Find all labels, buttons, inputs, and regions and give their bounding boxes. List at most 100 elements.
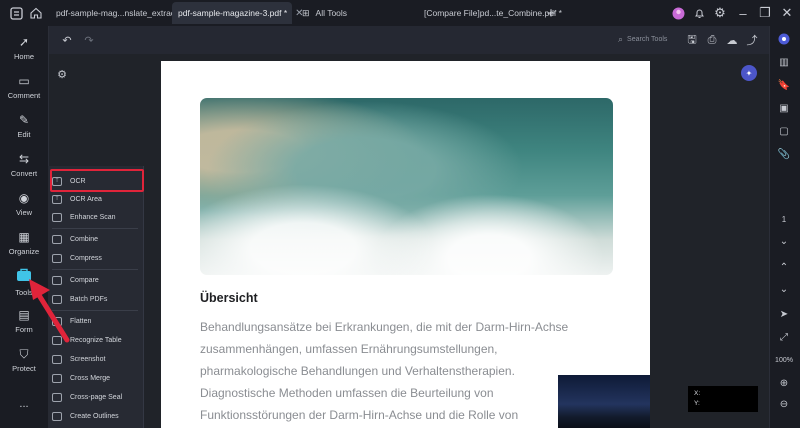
edit-icon: ✎ (18, 113, 30, 127)
undo-icon[interactable]: ↶ (58, 31, 76, 49)
menu-label: Cross Merge (70, 374, 111, 382)
batch-icon (52, 294, 62, 304)
zoom-in-icon[interactable]: ⊕ (774, 374, 794, 392)
menu-item-flatten[interactable]: Flatten (52, 312, 140, 330)
grid-icon: ⊞ (302, 7, 310, 18)
more-icon: ... (19, 398, 29, 410)
plus-icon: + (546, 4, 556, 22)
hand-tool-icon[interactable]: ⤢ (774, 328, 794, 346)
rail-item-view[interactable]: ◉ View (0, 186, 48, 222)
menu-label: Create Outlines (70, 412, 119, 420)
comment-icon: ▭ (18, 74, 30, 88)
tab-extract[interactable]: pdf-sample-mag...nslate_extract.pdf (50, 2, 192, 24)
avatar[interactable] (668, 3, 688, 23)
shield-icon: ⛉ (19, 347, 29, 361)
attachment-icon[interactable]: 📎 (774, 145, 794, 163)
menu-item-batch-pdfs[interactable]: Batch PDFs (52, 290, 140, 308)
comment-list-icon[interactable]: ▢ (774, 122, 794, 140)
menu-label: Flatten (70, 317, 92, 325)
page-down-icon[interactable]: ⌄ (774, 232, 794, 250)
rail-item-convert[interactable]: ⇆ Convert (0, 147, 48, 183)
menu-label: Enhance Scan (70, 213, 116, 221)
menu-label: Recognize Table (70, 336, 122, 344)
menu-item-create-outlines[interactable]: Create Outlines (52, 407, 140, 425)
ai-icon[interactable] (774, 30, 794, 48)
minimize-icon[interactable]: – (733, 3, 753, 23)
rail-item-organize[interactable]: ▦ Organize (0, 225, 48, 261)
seal-icon (52, 392, 62, 402)
page-up-icon[interactable]: ⌃ (774, 258, 794, 276)
upload-icon[interactable]: ☁ (723, 31, 741, 49)
combine-icon (52, 234, 62, 244)
menu-item-enhance-scan[interactable]: Enhance Scan (52, 208, 140, 226)
more-button[interactable]: ... (0, 392, 48, 416)
bell-icon[interactable] (689, 3, 709, 23)
compare-icon (52, 275, 62, 285)
eye-icon: ◉ (18, 191, 30, 205)
tab-all-tools[interactable]: ⊞ All Tools (296, 2, 356, 24)
last-page-icon[interactable]: ⌄ (774, 280, 794, 298)
new-tab-button[interactable]: + (541, 3, 561, 23)
menu-item-ocr-area[interactable]: T OCR Area (52, 190, 140, 208)
print-icon[interactable]: ⎙ (703, 31, 721, 49)
restore-icon[interactable]: ❐ (755, 3, 775, 23)
body-line: Diagnostische Methoden umfassen die Beur… (200, 386, 494, 400)
filter-icon[interactable]: ⚙ (54, 66, 70, 82)
menu-divider (52, 269, 138, 270)
properties-icon[interactable]: ▥ (774, 53, 794, 71)
rail-label: View (15, 208, 33, 217)
rail-label: Convert (10, 169, 38, 178)
tab-compare[interactable]: [Compare File]pd...te_Combine.pdf * (418, 2, 562, 24)
search-icon: ⌕ (618, 33, 624, 44)
tab-label: All Tools (315, 8, 348, 18)
rail-item-form[interactable]: ▤ Form (0, 303, 48, 339)
page-number[interactable]: 1 (774, 210, 794, 228)
table-icon (52, 335, 62, 345)
menu-item-compare[interactable]: Compare (52, 271, 140, 289)
form-icon: ▤ (18, 308, 30, 322)
rail-item-protect[interactable]: ⛉ Protect (0, 342, 48, 378)
zoom-level[interactable]: 100% (774, 351, 794, 369)
body-line: Behandlungsansätze bei Erkrankungen, die… (200, 320, 569, 334)
menu-item-screenshot[interactable]: Screenshot (52, 350, 140, 368)
app-logo-icon[interactable] (6, 3, 26, 23)
rail-item-home[interactable]: ➚ Home (0, 30, 48, 66)
y-label: Y: (694, 400, 700, 407)
ai-assistant-icon[interactable]: ✦ (741, 65, 757, 81)
gear-icon[interactable]: ⚙ (710, 3, 730, 23)
compress-icon (52, 253, 62, 263)
bookmark-icon[interactable]: 🔖 (774, 76, 794, 94)
body-line: Funktionsstörungen der Darm-Hirn-Achse u… (200, 408, 519, 422)
redo-icon[interactable]: ↷ (80, 31, 98, 49)
outline-icon (52, 411, 62, 421)
tab-label: pdf-sample-magazine-3.pdf * (178, 8, 288, 18)
menu-item-combine[interactable]: Combine (52, 230, 140, 248)
search-input[interactable]: ⌕ Search Tools (618, 31, 676, 47)
close-window-icon[interactable]: ✕ (777, 3, 797, 23)
screenshot-icon (52, 354, 62, 364)
thumbnail-icon[interactable]: ▣ (774, 99, 794, 117)
rail-item-edit[interactable]: ✎ Edit (0, 108, 48, 144)
rail-item-tools[interactable]: Tools (0, 264, 48, 300)
body-line: zusammenhängen, umfassen Ernährungsumste… (200, 342, 498, 356)
convert-icon: ⇆ (18, 152, 30, 166)
body-line: pharmakologische Behandlungen und Verhal… (200, 364, 515, 378)
menu-item-recognize-table[interactable]: Recognize Table (52, 331, 140, 349)
rail-label: Organize (8, 247, 40, 256)
menu-item-cross-merge[interactable]: Cross Merge (52, 369, 140, 387)
home-icon[interactable] (26, 3, 46, 23)
menu-label: Cross-page Seal (70, 393, 123, 401)
menu-label: Combine (70, 235, 99, 243)
tools-icon (16, 268, 32, 285)
rail-item-comment[interactable]: ▭ Comment (0, 69, 48, 105)
tab-magazine[interactable]: pdf-sample-magazine-3.pdf * ✕ (172, 2, 304, 24)
select-cursor-icon[interactable]: ➤ (774, 305, 794, 323)
zoom-out-icon[interactable]: ⊖ (774, 395, 794, 413)
share-icon[interactable]: ⤴ (743, 31, 761, 49)
menu-label: Batch PDFs (70, 295, 108, 303)
menu-item-cross-page-seal[interactable]: Cross-page Seal (52, 388, 140, 406)
save-icon[interactable]: 🖫 (683, 31, 701, 49)
x-label: X: (694, 390, 701, 397)
page-heading: Übersicht (200, 291, 258, 305)
menu-item-compress[interactable]: Compress (52, 249, 140, 267)
